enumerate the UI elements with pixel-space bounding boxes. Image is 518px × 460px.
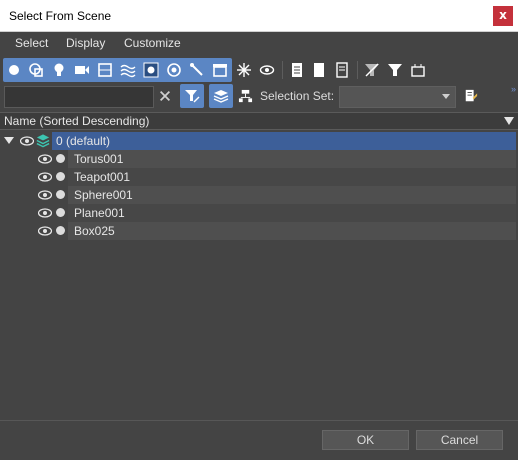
- close-button[interactable]: x: [493, 6, 513, 26]
- name-column-label: Name (Sorted Descending): [4, 114, 150, 128]
- filter-icon[interactable]: [386, 61, 404, 79]
- column-header[interactable]: Name (Sorted Descending): [0, 112, 518, 130]
- visibility-eye-icon[interactable]: [20, 136, 34, 146]
- dialog-footer: OK Cancel: [0, 420, 518, 460]
- overflow-chevron-icon[interactable]: »: [511, 84, 516, 94]
- space-warps-icon[interactable]: [119, 61, 137, 79]
- row-background: [68, 186, 516, 204]
- selection-set-dropdown[interactable]: [339, 86, 456, 108]
- collapse-icon[interactable]: [409, 61, 427, 79]
- menu-bar: Select Display Customize: [0, 32, 518, 56]
- visibility-eye-icon[interactable]: [38, 208, 52, 218]
- bone-icon[interactable]: [188, 61, 206, 79]
- tree-item-sphere001[interactable]: Sphere001: [0, 186, 518, 204]
- menu-customize[interactable]: Customize: [124, 36, 181, 50]
- tree-item-box025[interactable]: Box025: [0, 222, 518, 240]
- scene-tree: 0 (default) Torus001 Teapot001 Sphere001…: [0, 130, 518, 420]
- object-state-icon[interactable]: [56, 172, 65, 181]
- object-label: Box025: [74, 224, 115, 238]
- title-bar: Select From Scene x: [0, 0, 518, 32]
- groups-icon[interactable]: [142, 61, 160, 79]
- tree-item-plane001[interactable]: Plane001: [0, 204, 518, 222]
- tree-item-torus001[interactable]: Torus001: [0, 150, 518, 168]
- object-state-icon[interactable]: [56, 190, 65, 199]
- object-label: Plane001: [74, 206, 125, 220]
- xrefs-icon[interactable]: [165, 61, 183, 79]
- geometry-icon[interactable]: [5, 61, 23, 79]
- layer-label: 0 (default): [56, 134, 111, 148]
- selection-set-label: Selection Set:: [260, 89, 335, 103]
- row-background: [68, 204, 516, 222]
- object-label: Teapot001: [74, 170, 131, 184]
- find-filter-icon[interactable]: [180, 84, 204, 108]
- object-state-icon[interactable]: [56, 226, 65, 235]
- display-all-icon[interactable]: [288, 61, 306, 79]
- chevron-down-icon: [442, 94, 450, 99]
- tree-root-row[interactable]: 0 (default): [0, 132, 518, 150]
- root-highlight: [52, 132, 516, 150]
- clear-search-icon[interactable]: [157, 88, 173, 104]
- layer-stack-icon: [36, 134, 50, 148]
- object-state-icon[interactable]: [56, 154, 65, 163]
- shapes-icon[interactable]: [27, 61, 45, 79]
- object-state-icon[interactable]: [56, 208, 65, 217]
- visibility-eye-icon[interactable]: [38, 154, 52, 164]
- frozen-icon[interactable]: [235, 61, 253, 79]
- visibility-eye-icon[interactable]: [38, 226, 52, 236]
- hierarchy-icon[interactable]: [237, 88, 253, 104]
- layers-icon[interactable]: [209, 84, 233, 108]
- sort-descending-icon[interactable]: [504, 117, 514, 125]
- helpers-icon[interactable]: [96, 61, 114, 79]
- row-background: [68, 150, 516, 168]
- menu-display[interactable]: Display: [66, 36, 105, 50]
- menu-select[interactable]: Select: [15, 36, 48, 50]
- object-label: Sphere001: [74, 188, 133, 202]
- object-type-filter-group: [3, 58, 232, 82]
- row-background: [68, 168, 516, 186]
- toolbar: [0, 56, 518, 84]
- ok-button[interactable]: OK: [322, 430, 409, 450]
- cameras-icon[interactable]: [73, 61, 91, 79]
- filter-row: Selection Set: »: [0, 84, 518, 112]
- edit-selection-set-icon[interactable]: [463, 88, 479, 104]
- display-invert-icon[interactable]: [333, 61, 351, 79]
- cancel-button[interactable]: Cancel: [416, 430, 503, 450]
- row-background: [68, 222, 516, 240]
- lights-icon[interactable]: [50, 61, 68, 79]
- tree-item-teapot001[interactable]: Teapot001: [0, 168, 518, 186]
- filter-off-icon[interactable]: [363, 61, 381, 79]
- window-title: Select From Scene: [9, 9, 112, 23]
- visibility-eye-icon[interactable]: [38, 172, 52, 182]
- object-label: Torus001: [74, 152, 124, 166]
- display-none-icon[interactable]: [310, 61, 328, 79]
- expand-toggle-icon[interactable]: [4, 137, 14, 144]
- containers-icon[interactable]: [211, 61, 229, 79]
- visibility-eye-icon[interactable]: [38, 190, 52, 200]
- search-input[interactable]: [4, 86, 154, 108]
- hidden-icon[interactable]: [258, 61, 276, 79]
